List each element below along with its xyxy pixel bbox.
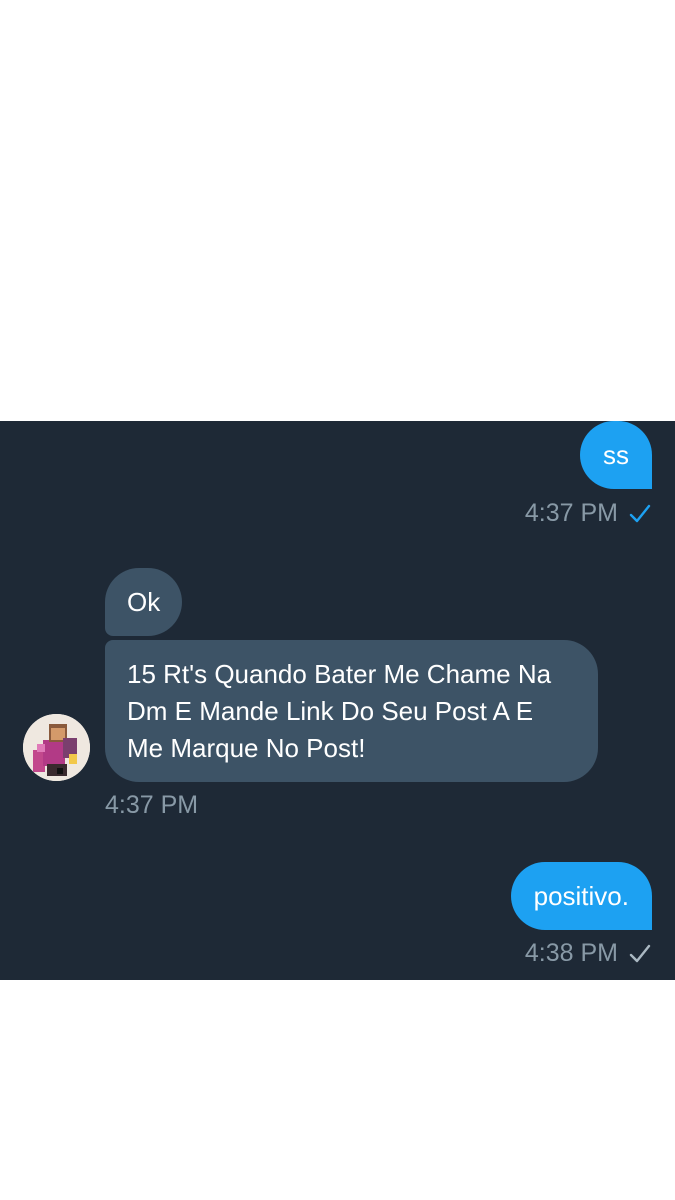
message-timestamp: 4:38 PM (524, 939, 618, 967)
message-timestamp: 4:37 PM (105, 791, 199, 819)
message-meta: 4:37 PM (525, 499, 652, 528)
avatar-image (23, 714, 90, 781)
outgoing-message-bubble[interactable]: ss (580, 421, 652, 489)
conversation-panel: ss 4:37 PM Ok 15 Rt's Quando Bater Me Ch… (0, 421, 675, 980)
checkmark-icon (629, 504, 651, 522)
avatar[interactable] (23, 714, 90, 781)
incoming-message-bubble[interactable]: Ok (105, 568, 183, 636)
message-text: positivo. (533, 880, 629, 911)
message-meta: 4:37 PM (105, 791, 198, 820)
message-text: Ok (127, 586, 161, 617)
message-meta: 4:38 PM (525, 939, 652, 968)
incoming-message-bubble[interactable]: 15 Rt's Quando Bater Me Chame Na Dm E Ma… (105, 640, 598, 782)
message-text: 15 Rt's Quando Bater Me Chame Na Dm E Ma… (127, 659, 552, 763)
page: ss 4:37 PM Ok 15 Rt's Quando Bater Me Ch… (0, 0, 675, 1200)
checkmark-icon (629, 944, 651, 962)
outgoing-message-bubble[interactable]: positivo. (510, 862, 652, 930)
message-text: ss (603, 439, 629, 470)
message-timestamp: 4:37 PM (524, 499, 618, 527)
